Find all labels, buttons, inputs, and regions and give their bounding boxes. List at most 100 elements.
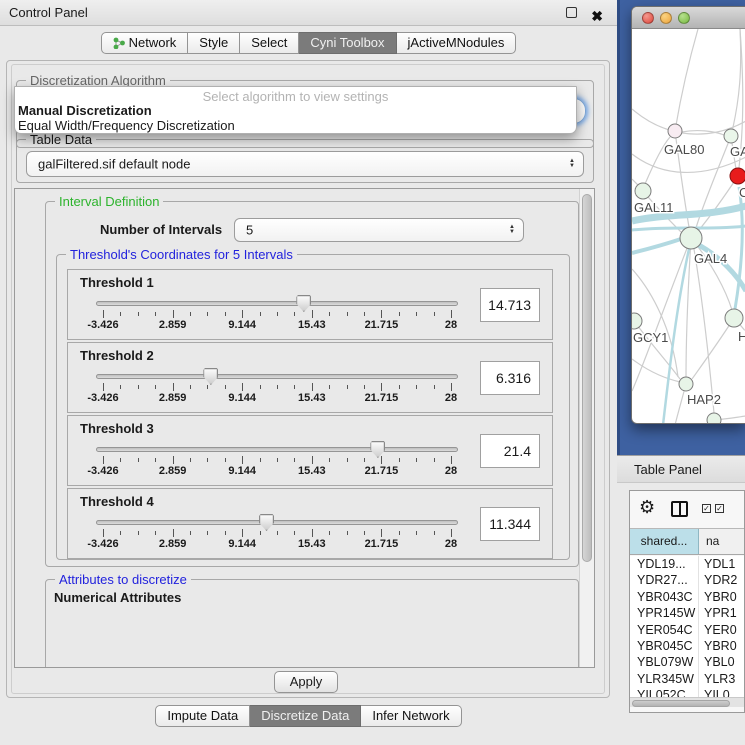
threshold-3-slider-track[interactable]	[96, 447, 458, 452]
gear-icon[interactable]: ⚙	[639, 497, 655, 518]
cell-name[interactable]: YPR1	[699, 605, 745, 621]
scale-label: 2.859	[143, 392, 203, 404]
tick-mark	[381, 310, 382, 318]
table-row[interactable]: YLR345WYLR3	[630, 671, 745, 687]
threshold-2-slider-track[interactable]	[96, 374, 458, 379]
network-node-gal11[interactable]	[635, 183, 651, 199]
tick-mark	[434, 312, 435, 316]
cell-shared-name[interactable]: YBL079W	[630, 654, 699, 670]
cell-shared-name[interactable]: YPR145W	[630, 605, 699, 621]
cell-shared-name[interactable]: YER054C	[630, 622, 699, 638]
table-row[interactable]: YDR27...YDR2	[630, 572, 745, 588]
table-horizontal-scrollbar[interactable]	[630, 697, 745, 707]
network-node-gal80[interactable]	[668, 124, 682, 138]
tick-mark	[329, 385, 330, 389]
tick-mark	[399, 312, 400, 316]
close-icon[interactable]: ✖	[591, 4, 603, 29]
scale-label: -3.426	[73, 392, 133, 404]
tab-impute-data[interactable]: Impute Data	[155, 705, 250, 727]
network-node[interactable]	[707, 413, 721, 424]
cell-shared-name[interactable]: YLR345W	[630, 671, 699, 687]
threshold-2-value-field[interactable]: 6.316	[480, 361, 540, 395]
scale-label: 28	[421, 465, 481, 477]
algorithm-option-manual-discretization[interactable]: Manual Discretization	[18, 103, 574, 118]
cell-shared-name[interactable]: YBR045C	[630, 638, 699, 654]
float-window-icon[interactable]	[566, 7, 577, 18]
table-row[interactable]: YBL079WYBL0	[630, 654, 745, 670]
table-row[interactable]: YDL19...YDL1	[630, 556, 745, 572]
tick-mark	[190, 458, 191, 462]
threshold-3-slider-thumb[interactable]	[370, 441, 385, 458]
column-header-name[interactable]: na	[699, 529, 745, 554]
tab-jactivemnodules[interactable]: jActiveMNodules	[397, 32, 517, 54]
scale-label: 21.715	[351, 465, 411, 477]
table-hscrollbar-thumb[interactable]	[632, 700, 730, 707]
network-node-ga[interactable]	[724, 129, 738, 143]
scale-label: 15.43	[282, 465, 342, 477]
tick-mark	[312, 310, 313, 318]
column-header-shared-name[interactable]: shared...	[630, 529, 699, 554]
threshold-1-slider-thumb[interactable]	[296, 295, 311, 312]
tab-network[interactable]: Network	[101, 32, 189, 54]
tick-mark	[434, 531, 435, 535]
threshold-4-slider-track[interactable]	[96, 520, 458, 525]
network-canvas[interactable]: GAL80GACGAL11GAL4GCY1HHAP2	[632, 29, 745, 424]
tick-mark	[277, 312, 278, 316]
tick-mark	[138, 312, 139, 316]
network-node-c[interactable]	[730, 168, 745, 184]
tab-select[interactable]: Select	[240, 32, 299, 54]
cell-name[interactable]: YDL1	[699, 556, 745, 572]
algorithm-hint-text: Select algorithm to view settings	[15, 89, 576, 104]
checkbox-icon[interactable]: ✓	[715, 504, 724, 513]
threshold-1-value-field[interactable]: 14.713	[480, 288, 540, 322]
checkbox-icon[interactable]: ✓	[702, 504, 711, 513]
cell-name[interactable]: YDR2	[699, 572, 745, 588]
scale-label: 9.144	[212, 538, 272, 550]
scale-label: 21.715	[351, 319, 411, 331]
table-row[interactable]: YPR145WYPR1	[630, 605, 745, 621]
threshold-1-slider-track[interactable]	[96, 301, 458, 306]
settings-scrollpane: Interval Definition Number of Intervals …	[14, 188, 595, 668]
cell-shared-name[interactable]: YDR27...	[630, 572, 699, 588]
threshold-4-value-field[interactable]: 11.344	[480, 507, 540, 541]
tab-discretize-data[interactable]: Discretize Data	[250, 705, 361, 727]
network-node-h[interactable]	[725, 309, 743, 327]
tick-mark	[173, 456, 174, 464]
settings-scrollbar-thumb[interactable]	[582, 194, 592, 562]
tab-style[interactable]: Style	[188, 32, 240, 54]
tab-infer-network[interactable]: Infer Network	[361, 705, 461, 727]
table-row[interactable]: YER054CYER0	[630, 622, 745, 638]
columns-icon[interactable]	[671, 501, 688, 517]
settings-scrollbar[interactable]	[579, 189, 594, 667]
zoom-traffic-light[interactable]	[678, 12, 690, 24]
spinner-icon: ▲▼	[509, 225, 515, 235]
network-node-gcy1[interactable]	[632, 313, 642, 329]
tick-mark	[416, 385, 417, 389]
threshold-2-slider-thumb[interactable]	[203, 368, 218, 385]
scale-label: -3.426	[73, 465, 133, 477]
table-row[interactable]: YBR045CYBR0	[630, 638, 745, 654]
cell-name[interactable]: YBR0	[699, 638, 745, 654]
cell-shared-name[interactable]: YBR043C	[630, 589, 699, 605]
algorithm-option-equal-width-frequency-discretization[interactable]: Equal Width/Frequency Discretization	[18, 118, 574, 133]
cell-name[interactable]: YBR0	[699, 589, 745, 605]
table-row[interactable]: YBR043CYBR0	[630, 589, 745, 605]
network-node-gal4[interactable]	[680, 227, 702, 249]
cell-name[interactable]: YER0	[699, 622, 745, 638]
apply-button[interactable]: Apply	[274, 671, 338, 693]
table-data-combobox[interactable]: galFiltered.sif default node ▲▼	[26, 151, 584, 177]
minimize-traffic-light[interactable]	[660, 12, 672, 24]
tab-style-label: Style	[199, 33, 228, 53]
close-traffic-light[interactable]	[642, 12, 654, 24]
cell-name[interactable]: YLR3	[699, 671, 745, 687]
threshold-4-slider-thumb[interactable]	[259, 514, 274, 531]
cell-shared-name[interactable]: YDL19...	[630, 556, 699, 572]
tab-cyni-toolbox[interactable]: Cyni Toolbox	[299, 32, 396, 54]
cell-name[interactable]: YBL0	[699, 654, 745, 670]
network-node-hap2[interactable]	[679, 377, 693, 391]
threshold-3-value-field[interactable]: 21.4	[480, 434, 540, 468]
tick-mark	[103, 529, 104, 537]
number-of-intervals-combobox[interactable]: 5 ▲▼	[234, 218, 524, 242]
tick-mark	[294, 531, 295, 535]
node-label-gal11: GAL11	[634, 200, 674, 215]
